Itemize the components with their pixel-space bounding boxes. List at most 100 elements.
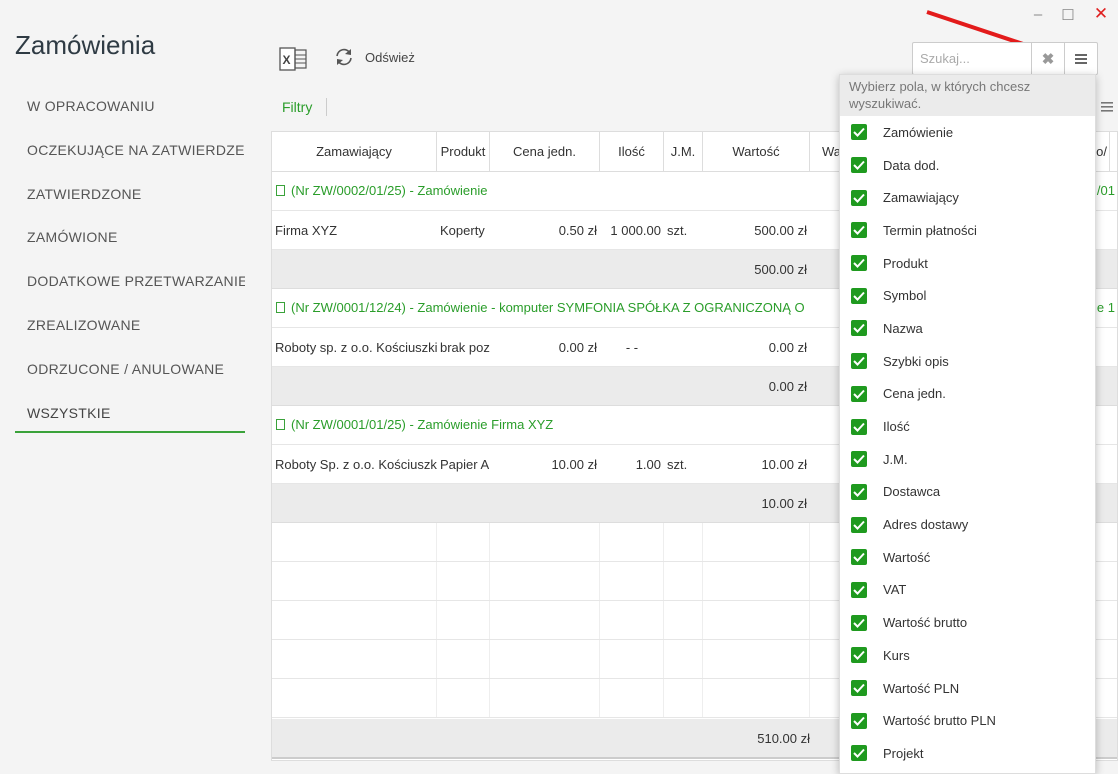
- search-field-label: Zamawiający: [883, 190, 959, 206]
- checkbox-checked-icon[interactable]: [851, 483, 867, 500]
- filters-tab[interactable]: Filtry: [282, 99, 312, 115]
- empty-cell: [437, 679, 490, 717]
- column-header[interactable]: Ilość: [600, 132, 664, 171]
- search-field-option[interactable]: Termin płatności: [840, 214, 1095, 247]
- column-header[interactable]: Produkt: [437, 132, 490, 171]
- sidebar-item[interactable]: WSZYSTKIE: [15, 393, 245, 433]
- search-field-option[interactable]: Produkt: [840, 247, 1095, 280]
- empty-cell: [600, 601, 664, 639]
- empty-cell: [664, 601, 703, 639]
- search-field-option[interactable]: Szybki opis: [840, 345, 1095, 378]
- checkbox-checked-icon[interactable]: [851, 581, 867, 598]
- document-icon: [276, 185, 285, 196]
- checkbox-checked-icon[interactable]: [851, 549, 867, 566]
- empty-cell: [437, 523, 490, 561]
- empty-cell: [600, 679, 664, 717]
- search-input[interactable]: [913, 43, 1031, 74]
- sidebar-item[interactable]: OCZEKUJĄCE NA ZATWIERDZENIE: [15, 130, 245, 174]
- checkbox-checked-icon[interactable]: [851, 124, 867, 141]
- cell-price: 0.50 zł: [558, 222, 597, 238]
- document-icon: [276, 419, 285, 430]
- subtotal-value: 10.00 zł: [761, 495, 807, 511]
- checkbox-checked-icon[interactable]: [851, 222, 867, 239]
- cell-price: 10.00 zł: [551, 456, 597, 472]
- search-field-label: Symbol: [883, 288, 927, 304]
- sidebar-item[interactable]: ZAMÓWIONE: [15, 217, 245, 261]
- search-field-option[interactable]: Cena jedn.: [840, 378, 1095, 411]
- search-field-option[interactable]: Wartość PLN: [840, 672, 1095, 705]
- search-box: ✖: [912, 42, 1098, 75]
- search-fields-header: Wybierz pola, w których chcesz wyszukiwa…: [840, 75, 1095, 116]
- sidebar-item[interactable]: DODATKOWE PRZETWARZANIE: [15, 261, 245, 305]
- checkbox-checked-icon[interactable]: [851, 353, 867, 370]
- checkbox-checked-icon[interactable]: [851, 189, 867, 206]
- excel-export-button[interactable]: X: [278, 44, 308, 74]
- checkbox-checked-icon[interactable]: [851, 745, 867, 762]
- sidebar-item[interactable]: ZREALIZOWANE: [15, 305, 245, 349]
- svg-text:X: X: [283, 53, 291, 67]
- clear-search-button[interactable]: ✖: [1031, 43, 1064, 74]
- grand-total-value: 510.00 zł: [757, 730, 810, 746]
- subtotal-value: 0.00 zł: [768, 378, 807, 394]
- cell-unit: szt.: [667, 456, 688, 472]
- search-field-option[interactable]: Kurs: [840, 639, 1095, 672]
- search-field-label: Produkt: [883, 255, 928, 271]
- checkbox-checked-icon[interactable]: [851, 320, 867, 337]
- search-field-option[interactable]: Dostawca: [840, 476, 1095, 509]
- search-fields-dropdown: Wybierz pola, w których chcesz wyszukiwa…: [839, 74, 1096, 774]
- search-field-option[interactable]: Symbol: [840, 279, 1095, 312]
- sidebar-item[interactable]: ODRZUCONE / ANULOWANE: [15, 349, 245, 393]
- hamburger-icon: [1075, 53, 1087, 64]
- search-field-option[interactable]: Nazwa: [840, 312, 1095, 345]
- refresh-icon: [336, 48, 352, 66]
- search-field-option[interactable]: Zamówienie: [840, 116, 1095, 149]
- column-header[interactable]: Wartość: [703, 132, 810, 171]
- search-field-option[interactable]: VAT: [840, 574, 1095, 607]
- checkbox-checked-icon[interactable]: [851, 451, 867, 468]
- checkbox-checked-icon[interactable]: [851, 680, 867, 697]
- sidebar-item[interactable]: W OPRACOWANIU: [15, 86, 245, 130]
- column-header[interactable]: J.M.: [664, 132, 703, 171]
- checkbox-checked-icon[interactable]: [851, 255, 867, 272]
- search-field-option[interactable]: Ilość: [840, 410, 1095, 443]
- search-field-option[interactable]: Wartość: [840, 541, 1095, 574]
- search-field-label: Termin płatności: [883, 222, 977, 238]
- refresh-label: Odśwież: [365, 49, 415, 65]
- empty-cell: [664, 562, 703, 600]
- group-title-clipped: /01: [1096, 183, 1115, 198]
- search-field-option[interactable]: Zamawiający: [840, 181, 1095, 214]
- search-field-option[interactable]: Wartość brutto: [840, 606, 1095, 639]
- group-title: (Nr ZW/0001/12/24) - Zamówienie - komput…: [291, 300, 805, 315]
- sidebar-item[interactable]: ZATWIERDZONE: [15, 174, 245, 218]
- search-field-option[interactable]: Adres dostawy: [840, 508, 1095, 541]
- search-field-option[interactable]: Projekt: [840, 737, 1095, 770]
- checkbox-checked-icon[interactable]: [851, 157, 867, 174]
- refresh-button[interactable]: Odśwież: [333, 46, 415, 68]
- search-field-option[interactable]: Data dod.: [840, 149, 1095, 182]
- close-icon[interactable]: ✕: [1091, 4, 1111, 24]
- empty-cell: [703, 601, 810, 639]
- search-field-option[interactable]: Wartość brutto PLN: [840, 704, 1095, 737]
- search-fields-menu-button[interactable]: [1064, 43, 1097, 74]
- toolbar-divider: [326, 98, 327, 116]
- checkbox-checked-icon[interactable]: [851, 647, 867, 664]
- empty-cell: [600, 523, 664, 561]
- column-settings-icon[interactable]: [1101, 101, 1113, 113]
- empty-cell: [490, 679, 600, 717]
- empty-cell: [490, 562, 600, 600]
- column-header[interactable]: Zamawiający: [272, 132, 437, 171]
- cell-value: 0.00 zł: [768, 339, 807, 355]
- document-icon: [276, 302, 285, 313]
- empty-cell: [437, 601, 490, 639]
- column-header[interactable]: Cena jedn.: [490, 132, 600, 171]
- empty-cell: [490, 523, 600, 561]
- group-title: (Nr ZW/0002/01/25) - Zamówienie: [291, 183, 488, 198]
- checkbox-checked-icon[interactable]: [851, 712, 867, 729]
- checkbox-checked-icon[interactable]: [851, 287, 867, 304]
- checkbox-checked-icon[interactable]: [851, 385, 867, 402]
- checkbox-checked-icon[interactable]: [851, 614, 867, 631]
- search-field-option[interactable]: J.M.: [840, 443, 1095, 476]
- checkbox-checked-icon[interactable]: [851, 418, 867, 435]
- search-field-label: Wartość brutto: [883, 615, 968, 631]
- checkbox-checked-icon[interactable]: [851, 516, 867, 533]
